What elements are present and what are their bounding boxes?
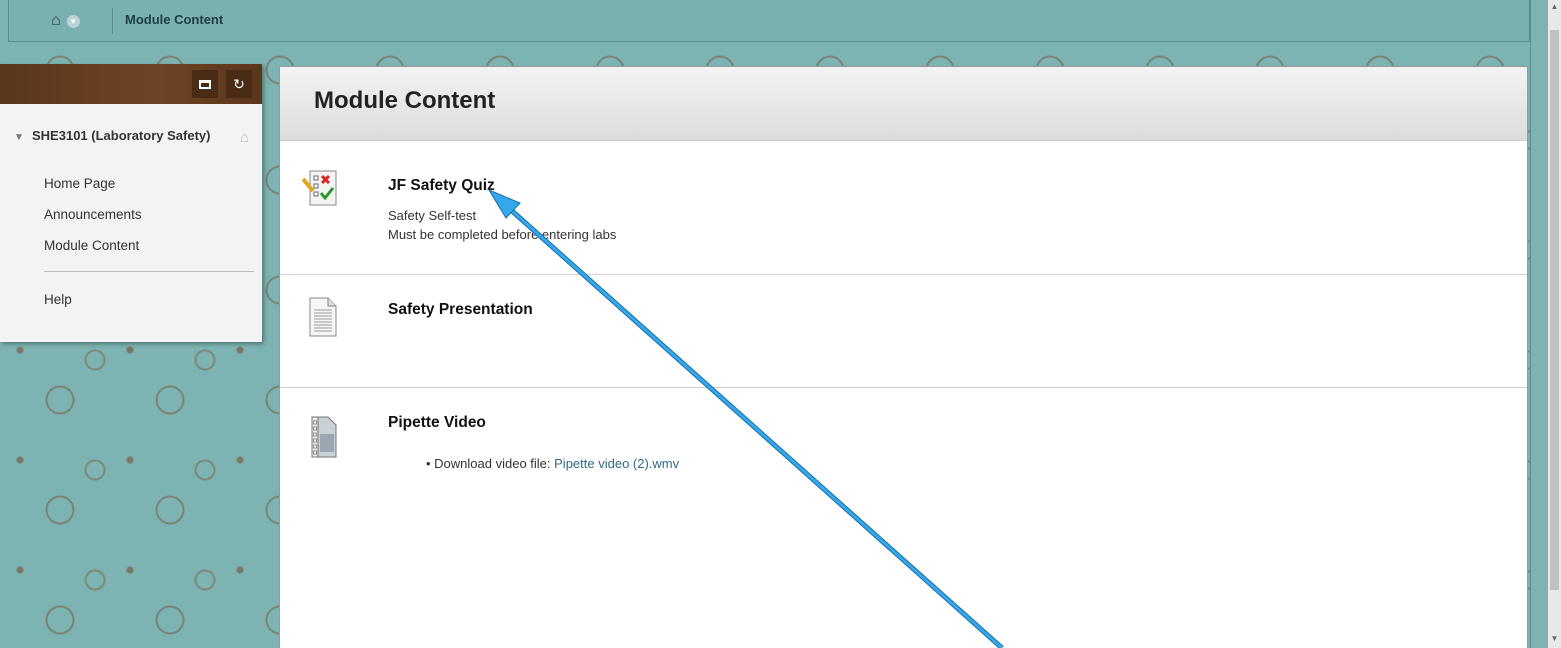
course-title[interactable]: ▼ SHE3101 (Laboratory Safety) ⌂ [14,128,249,145]
main-content-panel: Module Content JF Safety Quiz Safety Sel… [279,66,1528,648]
document-icon [302,295,342,341]
refresh-icon: ↻ [233,75,245,92]
content-item-video: Pipette Video • Download video file: Pip… [280,388,1527,648]
course-section: ▼ SHE3101 (Laboratory Safety) ⌂ [14,128,249,145]
collapse-triangle-icon[interactable]: ▼ [14,130,24,145]
menu-display-toggle-button[interactable] [192,70,218,98]
video-download-row: • Download video file: Pipette video (2)… [426,454,679,473]
video-title-link[interactable]: Pipette Video [388,414,486,432]
presentation-title-link[interactable]: Safety Presentation [388,301,533,319]
course-menu-header: ↻ [0,64,262,104]
quiz-description-line-1: Safety Self-test [388,208,477,223]
menu-divider [44,271,254,272]
quiz-description-line-2: Must be completed before entering labs [388,227,617,242]
quiz-description: Safety Self-test Must be completed befor… [388,206,616,244]
scroll-down-arrow-icon[interactable]: ▼ [1550,634,1559,644]
chevron-down-icon[interactable]: ▼ [66,14,80,28]
home-menu[interactable]: ⌂ ▼ [39,8,113,34]
content-item-presentation: Safety Presentation [280,275,1527,388]
content-header: Module Content [280,67,1527,141]
sidebar-item-module-content[interactable]: Module Content [14,230,254,261]
course-title-label: SHE3101 (Laboratory Safety) [32,128,211,143]
course-home-icon[interactable]: ⌂ [240,130,249,145]
sidebar-item-help[interactable]: Help [14,284,254,315]
video-file-icon [302,414,342,460]
test-icon [301,167,342,213]
window-icon [199,79,211,89]
quiz-title-link[interactable]: JF Safety Quiz [388,177,495,195]
top-navigation-bar: ⌂ ▼ Module Content [8,0,1530,42]
content-item-quiz: JF Safety Quiz Safety Self-test Must be … [280,141,1527,275]
bullet: • [426,456,435,471]
home-icon[interactable]: ⌂ [51,12,61,30]
page-scrollbar[interactable]: ▲ ▼ [1548,0,1561,648]
breadcrumb-title[interactable]: Module Content [125,12,223,27]
download-video-link[interactable]: Pipette video (2).wmv [554,456,679,471]
refresh-button[interactable]: ↻ [226,70,252,98]
scroll-up-arrow-icon[interactable]: ▲ [1550,2,1559,12]
scrollbar-thumb[interactable] [1550,30,1559,590]
download-label: Download video file: [434,456,555,471]
sidebar-item-announcements[interactable]: Announcements [14,199,254,230]
page-title: Module Content [314,87,496,114]
sidebar-item-home-page[interactable]: Home Page [14,168,254,199]
